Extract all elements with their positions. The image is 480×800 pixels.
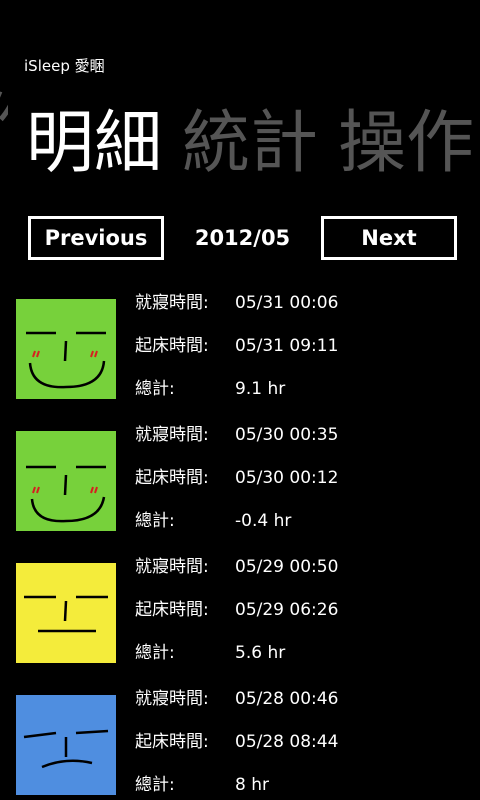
wakeup-row: 起床時間: 05/29 06:26 [135, 596, 475, 624]
sleep-entry[interactable]: 就寢時間: 05/28 00:46 起床時間: 05/28 08:44 總計: … [0, 685, 480, 800]
wakeup-row: 起床時間: 05/31 09:11 [135, 332, 475, 360]
sleep-entry[interactable]: 就寢時間: 05/31 00:06 起床時間: 05/31 09:11 總計: … [0, 289, 480, 419]
total-value: 9.1 hr [235, 379, 286, 399]
bedtime-label: 就寢時間: [135, 425, 209, 445]
bedtime-row: 就寢時間: 05/29 00:50 [135, 553, 475, 581]
total-label: 總計: [135, 379, 175, 399]
total-label: 總計: [135, 775, 175, 795]
wakeup-value: 05/31 09:11 [235, 336, 339, 356]
wakeup-value: 05/29 06:26 [235, 600, 339, 620]
pivot-item-statistics[interactable]: 統計 [182, 104, 318, 184]
bedtime-row: 就寢時間: 05/31 00:06 [135, 289, 475, 317]
total-row: 總計: -0.4 hr [135, 507, 475, 535]
happy-face-icon [16, 431, 116, 531]
total-label: 總計: [135, 511, 175, 531]
previous-button[interactable]: Previous [28, 216, 164, 260]
bedtime-value: 05/29 00:50 [235, 557, 339, 577]
total-label: 總計: [135, 643, 175, 663]
bedtime-row: 就寢時間: 05/30 00:35 [135, 421, 475, 449]
next-button[interactable]: Next [321, 216, 457, 260]
happy-face-icon [16, 299, 116, 399]
pivot-header: 作明細統計操作 [0, 86, 480, 183]
wakeup-label: 起床時間: [135, 336, 209, 356]
bedtime-label: 就寢時間: [135, 689, 209, 709]
wakeup-label: 起床時間: [135, 600, 209, 620]
total-value: 8 hr [235, 775, 269, 795]
total-row: 總計: 8 hr [135, 771, 475, 799]
bedtime-value: 05/28 00:46 [235, 689, 339, 709]
wakeup-row: 起床時間: 05/30 00:12 [135, 464, 475, 492]
bedtime-value: 05/30 00:35 [235, 425, 339, 445]
wakeup-value: 05/30 00:12 [235, 468, 339, 488]
total-value: 5.6 hr [235, 643, 286, 663]
neutral-face-icon [16, 563, 116, 663]
pivot-item-details[interactable]: 明細 [26, 104, 162, 184]
total-row: 總計: 9.1 hr [135, 375, 475, 403]
sleep-entry[interactable]: 就寢時間: 05/29 00:50 起床時間: 05/29 06:26 總計: … [0, 553, 480, 683]
wakeup-label: 起床時間: [135, 732, 209, 752]
total-value: -0.4 hr [235, 511, 292, 531]
bedtime-label: 就寢時間: [135, 557, 209, 577]
bedtime-label: 就寢時間: [135, 293, 209, 313]
current-month: 2012/05 [194, 226, 291, 250]
sleep-entry[interactable]: 就寢時間: 05/30 00:35 起床時間: 05/30 00:12 總計: … [0, 421, 480, 551]
app-title: iSleep 愛睏 [24, 57, 105, 75]
total-row: 總計: 5.6 hr [135, 639, 475, 667]
wakeup-value: 05/28 08:44 [235, 732, 339, 752]
wakeup-row: 起床時間: 05/28 08:44 [135, 728, 475, 756]
pivot-item-operations[interactable]: 操作 [338, 104, 474, 184]
pivot-item-peek[interactable]: 作 [0, 86, 8, 166]
sad-face-icon [16, 695, 116, 795]
bedtime-value: 05/31 00:06 [235, 293, 339, 313]
wakeup-label: 起床時間: [135, 468, 209, 488]
bedtime-row: 就寢時間: 05/28 00:46 [135, 685, 475, 713]
